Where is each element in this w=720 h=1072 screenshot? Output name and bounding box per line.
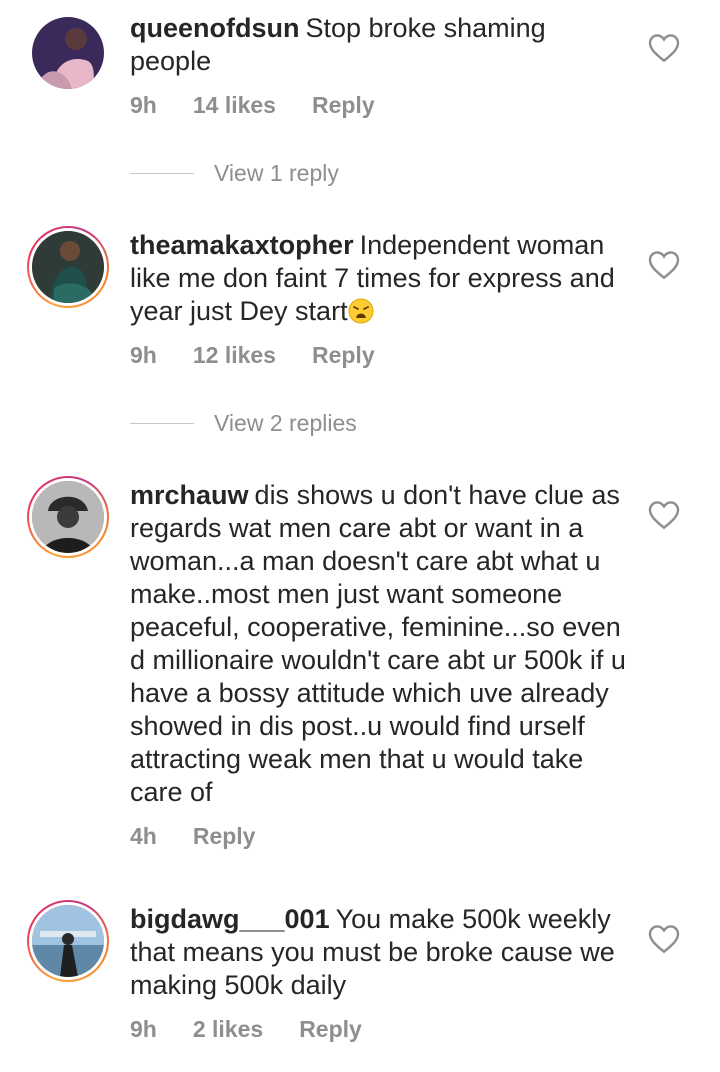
view-replies-button[interactable]: View 2 replies: [130, 410, 357, 437]
comment-username[interactable]: mrchauw: [130, 480, 249, 510]
heart-outline-icon[interactable]: [648, 500, 680, 530]
avatar[interactable]: [27, 12, 109, 94]
likes-count[interactable]: 12 likes: [193, 342, 276, 368]
view-replies-label: View 2 replies: [214, 410, 357, 436]
likes-count[interactable]: 2 likes: [193, 1016, 263, 1042]
divider: [130, 423, 194, 424]
view-replies-label: View 1 reply: [214, 160, 339, 186]
reply-button[interactable]: Reply: [299, 1016, 362, 1042]
comment-time: 9h: [130, 92, 157, 118]
comment-time: 9h: [130, 1016, 157, 1042]
reply-button[interactable]: Reply: [312, 92, 375, 118]
reply-button[interactable]: Reply: [312, 342, 375, 368]
comment-time: 4h: [130, 823, 157, 849]
heart-outline-icon[interactable]: [648, 924, 680, 954]
heart-outline-icon[interactable]: [648, 250, 680, 280]
comment-time: 9h: [130, 342, 157, 368]
reply-button[interactable]: Reply: [193, 823, 256, 849]
heart-outline-icon[interactable]: [648, 33, 680, 63]
comment-username[interactable]: theamakaxtopher: [130, 230, 354, 260]
weary-face-icon: [348, 298, 374, 332]
avatar[interactable]: [27, 226, 109, 308]
avatar[interactable]: [27, 900, 109, 982]
likes-count[interactable]: 14 likes: [193, 92, 276, 118]
avatar[interactable]: [27, 476, 109, 558]
comment-text: dis shows u don't have clue as regards w…: [130, 480, 626, 807]
comment-username[interactable]: queenofdsun: [130, 13, 300, 43]
comment-username[interactable]: bigdawg___001: [130, 904, 330, 934]
view-replies-button[interactable]: View 1 reply: [130, 160, 339, 187]
divider: [130, 173, 194, 174]
